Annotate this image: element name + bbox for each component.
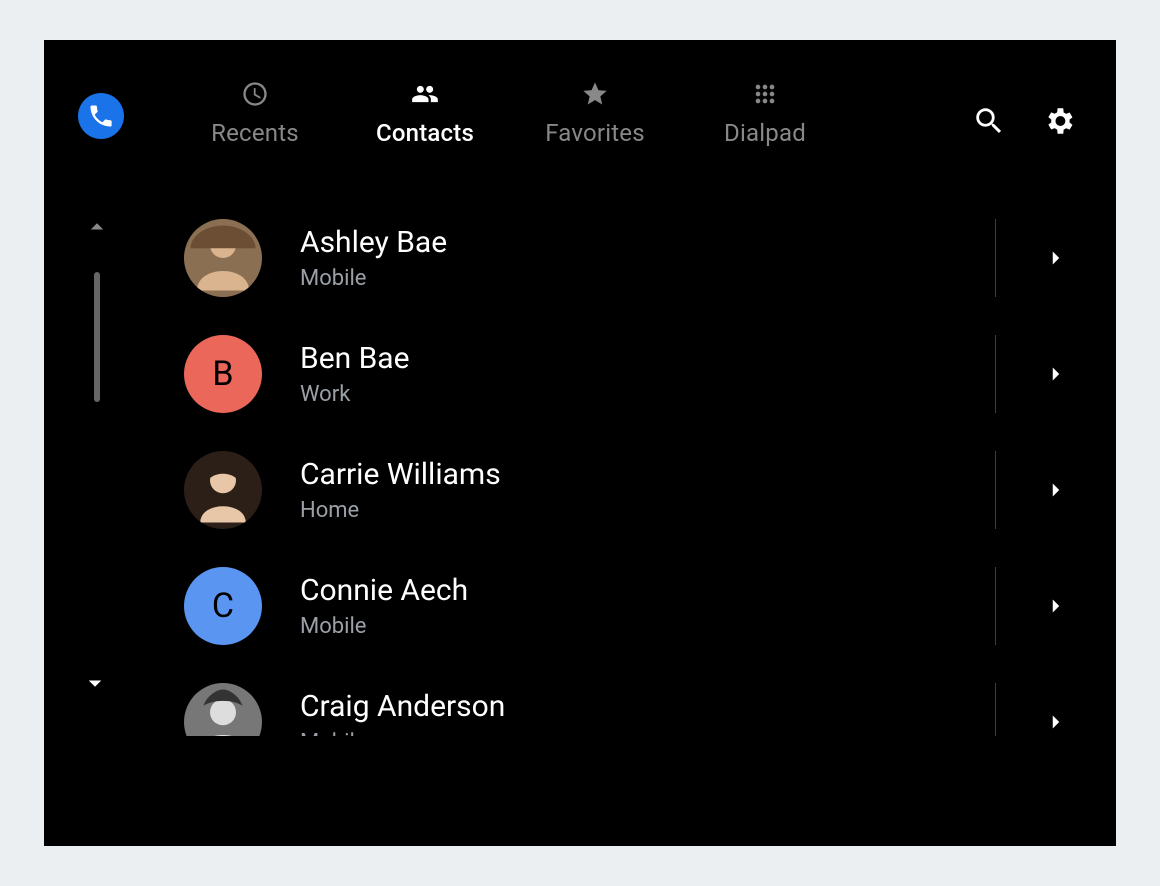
person-photo-icon [184,683,262,736]
avatar [184,683,262,736]
contact-row[interactable]: Craig Anderson Mobile [184,664,1116,736]
chevron-right-icon [1043,245,1069,271]
contact-type: Home [300,498,995,523]
contact-details-button[interactable] [996,593,1116,619]
dialpad-icon [751,79,779,109]
contact-info: Carrie Williams Home [262,457,995,523]
tab-dialpad[interactable]: Dialpad [680,79,850,147]
contact-info: Craig Anderson Mobile [262,689,995,736]
top-actions [972,58,1086,142]
scroll-rail [44,200,124,846]
contact-type: Mobile [300,266,995,291]
contact-row[interactable]: B Ben Bae Work [184,316,1116,432]
contact-details-button[interactable] [996,361,1116,387]
contact-info: Connie Aech Mobile [262,573,995,639]
avatar-letter: B [212,354,233,394]
avatar: C [184,567,262,645]
avatar-letter: C [212,586,234,626]
contact-details-button[interactable] [996,245,1116,271]
contact-name: Connie Aech [300,573,995,608]
contacts-list-wrap: Ashley Bae Mobile B Ben Bae Work [124,200,1116,846]
search-icon [972,104,1006,138]
content-area: Ashley Bae Mobile B Ben Bae Work [44,200,1116,846]
tab-favorites-label: Favorites [545,119,645,147]
chevron-up-icon [82,212,112,242]
chevron-right-icon [1043,593,1069,619]
top-bar: Recents Contacts Favorites Dialpad [44,40,1116,160]
contact-row[interactable]: Ashley Bae Mobile [184,200,1116,316]
contact-name: Ben Bae [300,341,995,376]
avatar [184,451,262,529]
scroll-up-button[interactable] [82,212,112,246]
contacts-list[interactable]: Ashley Bae Mobile B Ben Bae Work [184,200,1116,736]
chevron-right-icon [1043,361,1069,387]
dialer-app: Recents Contacts Favorites Dialpad [44,40,1116,846]
contact-type: Work [300,382,995,407]
tab-dialpad-label: Dialpad [724,119,806,147]
person-photo-icon [184,219,262,297]
scroll-down-button[interactable] [80,668,110,702]
chevron-right-icon [1043,709,1069,735]
contact-row[interactable]: C Connie Aech Mobile [184,548,1116,664]
scrollbar-thumb[interactable] [94,272,100,402]
avatar [184,219,262,297]
contact-details-button[interactable] [996,709,1116,735]
contact-type: Mobile [300,730,995,736]
search-button[interactable] [972,104,1006,142]
contact-row[interactable]: Carrie Williams Home [184,432,1116,548]
clock-icon [241,79,269,109]
gear-icon [1042,104,1076,138]
contact-name: Craig Anderson [300,689,995,724]
contact-info: Ashley Bae Mobile [262,225,995,291]
settings-button[interactable] [1042,104,1076,142]
contact-type: Mobile [300,614,995,639]
tab-favorites[interactable]: Favorites [510,79,680,147]
tab-bar: Recents Contacts Favorites Dialpad [170,53,850,147]
dial-button[interactable] [78,93,124,139]
tab-recents[interactable]: Recents [170,79,340,147]
contact-details-button[interactable] [996,477,1116,503]
tab-recents-label: Recents [211,119,299,147]
chevron-right-icon [1043,477,1069,503]
tab-contacts[interactable]: Contacts [340,79,510,147]
tab-contacts-label: Contacts [376,119,474,147]
person-photo-icon [184,451,262,529]
avatar: B [184,335,262,413]
contact-name: Ashley Bae [300,225,995,260]
contact-info: Ben Bae Work [262,341,995,407]
people-icon [411,79,439,109]
contact-name: Carrie Williams [300,457,995,492]
star-icon [581,79,609,109]
phone-icon [87,102,115,130]
chevron-down-icon [80,668,110,698]
